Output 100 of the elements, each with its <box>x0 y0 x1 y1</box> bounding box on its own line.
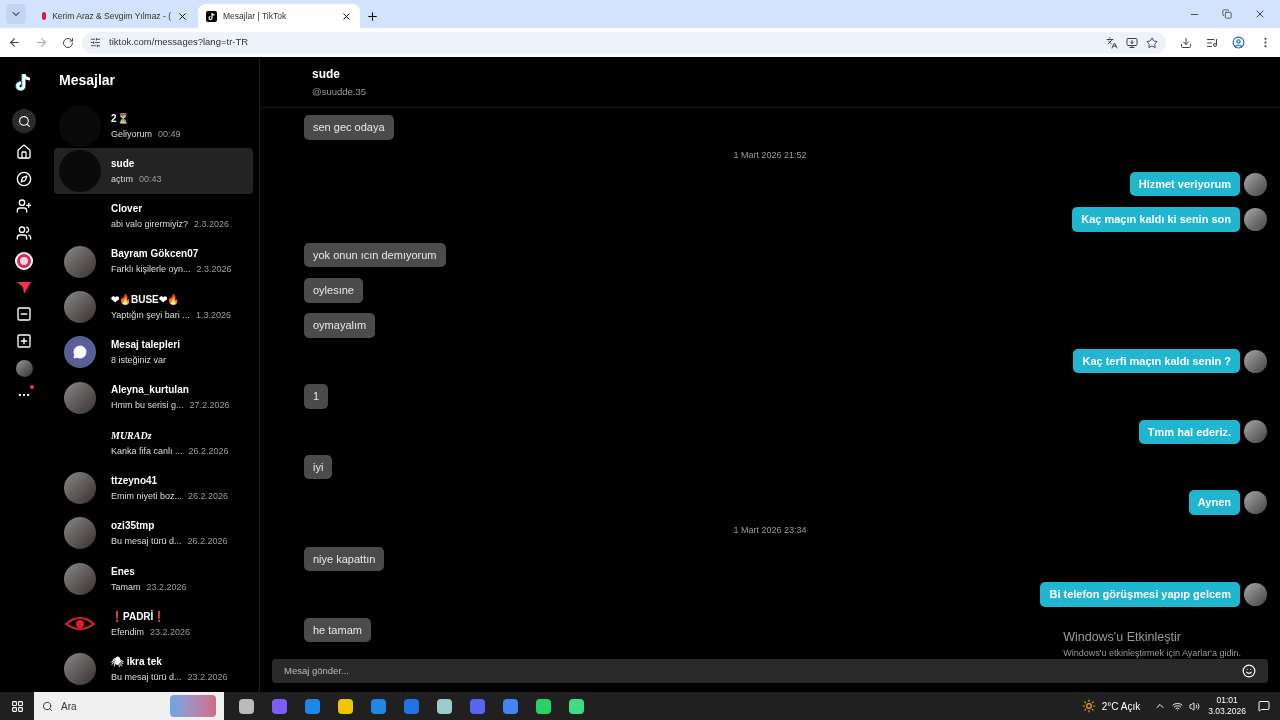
video-play-icon <box>42 12 47 20</box>
taskbar-search[interactable]: Ara <box>34 692 224 720</box>
message-preview: Tamam <box>111 580 141 594</box>
home-icon[interactable] <box>16 144 32 160</box>
bookmark-star-icon[interactable] <box>1146 36 1158 49</box>
tab-title: Kerim Araz & Sevgim Yılmaz - ( <box>52 9 171 23</box>
weather-icon[interactable] <box>1081 699 1096 713</box>
upload-icon[interactable] <box>16 333 32 349</box>
message-time: 26.2.2026 <box>187 535 228 549</box>
message-time: 2.3.2026 <box>194 218 230 232</box>
received-message: sen gec odaya <box>304 115 394 140</box>
avatar-photo-placeholder <box>1244 172 1267 196</box>
timestamp: 1 Mart 2026 23:34 <box>733 524 807 538</box>
download-icon[interactable] <box>1180 36 1192 49</box>
received-message: he tamam <box>304 617 371 642</box>
contact-name: ❤🔥BUSE❤🔥 <box>111 292 180 307</box>
clock-date: 3.03.2026 <box>1208 706 1246 717</box>
tiktok-logo-icon[interactable] <box>15 73 33 93</box>
close-tab-icon[interactable] <box>177 10 188 22</box>
clock-time: 01:01 <box>1216 695 1238 706</box>
conversation-item[interactable]: Mesaj talepleri 8 isteğiniz var <box>54 329 253 375</box>
live-avatar-icon[interactable] <box>15 252 33 270</box>
sent-message: Tmm hal ederiz. <box>1138 419 1240 445</box>
media-control-icon[interactable] <box>1206 36 1218 49</box>
conversation-item[interactable]: ❤🔥BUSE❤🔥 Yaptığın şeyi bari ... 1.3.2026 <box>54 284 253 330</box>
taskbar-app-icon[interactable] <box>236 696 256 716</box>
users-icon[interactable] <box>16 225 32 241</box>
received-message: oylesıne <box>304 278 363 303</box>
conversation-item[interactable]: 2⏳ Geliyorum 00:49 <box>54 103 253 149</box>
avatar-photo-placeholder[interactable] <box>15 360 33 377</box>
browser-tab[interactable]: Kerim Araz & Sevgim Yılmaz - ( <box>34 4 196 28</box>
address-bar[interactable]: tiktok.com/messages?lang=tr-TR <box>82 31 1166 54</box>
conversation-item[interactable]: ❗PADRİ❗ Efendim 23.2.2026 <box>54 601 253 647</box>
taskbar-app-icon[interactable] <box>368 696 388 716</box>
site-settings-icon <box>90 37 101 48</box>
conversation-item[interactable]: Clover abi valo girermiyiz? 2.3.2026 <box>54 193 253 240</box>
inbox-icon[interactable] <box>16 306 32 322</box>
conversation-item[interactable]: sude açtım 00:43 <box>54 148 253 194</box>
avatar-photo-placeholder <box>1244 207 1267 231</box>
conversation-item[interactable]: Enes Tamam 23.2.2026 <box>54 556 253 602</box>
close-icon[interactable] <box>1254 8 1266 20</box>
contact-name: 2⏳ <box>111 111 130 126</box>
translate-icon[interactable] <box>1106 36 1118 49</box>
taskbar-app-icon[interactable] <box>500 696 520 716</box>
install-app-icon[interactable] <box>1126 36 1138 49</box>
contact-name: Bayram Gökcen07 <box>111 247 200 262</box>
weather-text: 2°C Açık <box>1101 699 1141 714</box>
chat-contact-handle: @suudde.35 <box>312 84 368 99</box>
conversation-item[interactable]: Aleyna_kurtulan Hmm bu serisi g... 27.2.2026 <box>54 374 253 421</box>
conversation-item[interactable]: ozi35tmp Bu mesaj türü d... 26.2.2026 <box>54 510 253 557</box>
message-preview: Efendim <box>111 625 145 639</box>
contact-name: ozi35tmp <box>111 519 156 534</box>
conversation-item[interactable]: MURADz Kanka fifa canlı ... 26.2.2026 <box>54 420 253 466</box>
tab-list-button[interactable] <box>6 4 26 24</box>
restore-icon[interactable] <box>1222 9 1232 19</box>
sent-message: Kaç terfi maçın kaldı senin ? <box>1073 348 1240 374</box>
received-message: oymayalım <box>304 313 376 338</box>
message-preview: Bu mesaj türü d... <box>111 671 182 685</box>
taskbar-app-icon[interactable] <box>533 696 553 716</box>
contact-name: ttzeyno41 <box>111 473 159 488</box>
message-preview: Emim niyeti boz... <box>111 489 183 503</box>
wifi-icon[interactable] <box>1172 700 1184 712</box>
message-time: 27.2.2026 <box>189 399 230 413</box>
taskbar-app-icon[interactable] <box>566 696 586 716</box>
message-input-bar[interactable]: Mesaj gönder... <box>272 659 1268 683</box>
activation-title: Windows'u Etkinleştir <box>1063 628 1182 646</box>
message-time: 23.2.2026 <box>146 580 187 594</box>
user-plus-icon[interactable] <box>16 198 32 214</box>
taskbar-app-icon[interactable] <box>335 696 355 716</box>
message-time: 1.3.2026 <box>195 308 231 322</box>
message-preview: abi valo girermiyiz? <box>111 218 189 232</box>
conversation-item[interactable]: 🕷 ikra tek Bu mesaj türü d... 23.2.2026 <box>54 646 253 692</box>
conversation-item[interactable]: Bayram Gökcen07 Farklı kişilerle oyn... 2.3.2026 <box>54 239 253 285</box>
taskbar-app-icon[interactable] <box>434 696 454 716</box>
taskbar-app-icon[interactable] <box>302 696 322 716</box>
volume-icon[interactable] <box>1189 700 1201 712</box>
compass-icon[interactable] <box>16 171 32 187</box>
back-icon[interactable] <box>8 36 21 49</box>
new-tab-icon[interactable] <box>366 10 379 23</box>
notification-icon[interactable] <box>1258 700 1270 712</box>
sent-message: Aynen <box>1188 490 1240 515</box>
conversation-item[interactable]: ttzeyno41 Emim niyeti boz... 26.2.2026 <box>54 465 253 511</box>
message-preview: Farklı kişilerle oyn... <box>111 263 191 277</box>
tab-title: Mesajlar | TikTok <box>223 9 288 23</box>
contact-name: ❗PADRİ❗ <box>111 609 167 624</box>
browser-tab[interactable]: Mesajlar | TikTok <box>198 4 360 28</box>
message-input[interactable]: Mesaj gönder... <box>284 663 1242 679</box>
contact-name: 🕷 ikra tek <box>111 655 163 670</box>
message-preview: Kanka fifa canlı ... <box>111 444 183 458</box>
message-preview: açtım <box>111 172 133 186</box>
received-message: yok onun ıcın demıyorum <box>304 242 446 268</box>
emoji-icon[interactable] <box>1242 664 1256 678</box>
search-icon[interactable] <box>12 109 36 133</box>
tiktok-logo-icon <box>206 10 217 22</box>
message-time: 23.2.2026 <box>187 671 228 685</box>
send-icon[interactable] <box>16 281 32 295</box>
close-tab-icon[interactable] <box>341 10 352 22</box>
url-text: tiktok.com/messages?lang=tr-TR <box>109 35 249 50</box>
profile-icon[interactable] <box>1232 36 1245 49</box>
reload-icon[interactable] <box>62 36 74 49</box>
